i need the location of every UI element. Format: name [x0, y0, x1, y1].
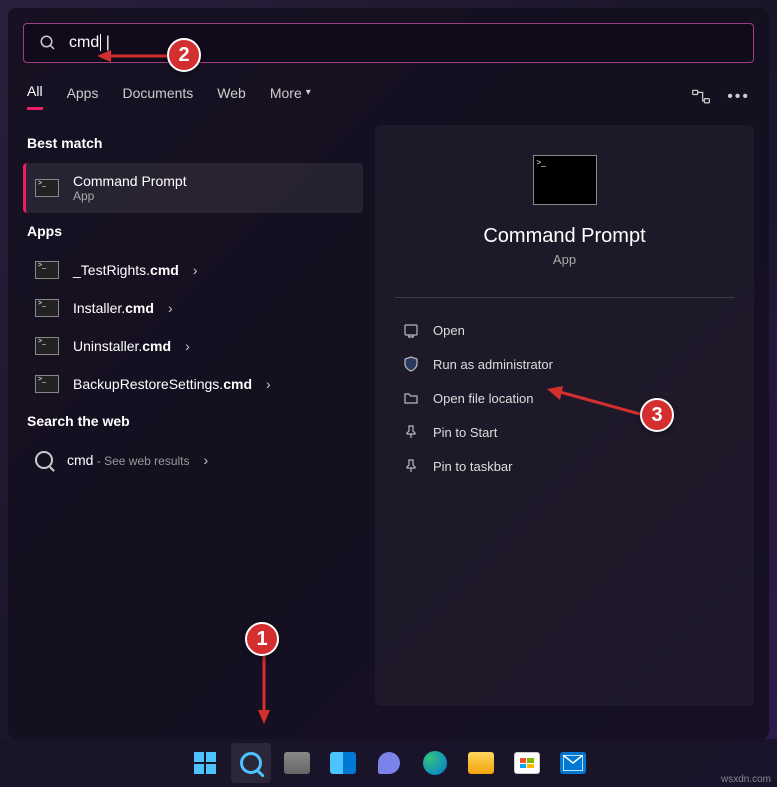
best-match-result[interactable]: Command Prompt App — [23, 163, 363, 213]
result-title: Installer.cmd — [73, 300, 154, 316]
chevron-right-icon[interactable]: › — [185, 338, 190, 354]
web-result[interactable]: cmd - See web results › — [23, 441, 363, 479]
result-title: _TestRights.cmd — [73, 262, 179, 278]
result-title: BackupRestoreSettings.cmd — [73, 376, 252, 392]
annotation-3: 3 — [640, 398, 674, 432]
result-title: Uninstaller.cmd — [73, 338, 171, 354]
search-panel: cmd All Apps Documents Web More▾ ••• Bes… — [8, 8, 769, 739]
apps-label: Apps — [27, 223, 359, 239]
taskbar-widgets[interactable] — [323, 743, 363, 783]
action-label: Open file location — [433, 391, 533, 406]
taskbar-mail[interactable] — [553, 743, 593, 783]
action-label: Pin to Start — [433, 425, 497, 440]
watermark: wsxdn.com — [721, 774, 771, 785]
web-label: Search the web — [27, 413, 359, 429]
pin-icon — [403, 424, 419, 440]
chevron-right-icon[interactable]: › — [266, 376, 271, 392]
chevron-down-icon: ▾ — [306, 87, 311, 98]
taskbar-start[interactable] — [185, 743, 225, 783]
taskbar-chat[interactable] — [369, 743, 409, 783]
action-pin-taskbar[interactable]: Pin to taskbar — [395, 449, 734, 483]
cmd-icon — [35, 299, 59, 317]
taskbar-taskview[interactable] — [277, 743, 317, 783]
tab-all[interactable]: All — [27, 83, 43, 110]
chevron-right-icon[interactable]: › — [168, 300, 173, 316]
flow-icon[interactable] — [691, 88, 711, 106]
action-label: Pin to taskbar — [433, 459, 513, 474]
pin-icon — [403, 458, 419, 474]
best-match-label: Best match — [27, 135, 359, 151]
action-run-admin[interactable]: Run as administrator — [395, 347, 734, 381]
action-open[interactable]: Open — [395, 313, 734, 347]
arrow-2 — [95, 48, 170, 64]
annotation-2: 2 — [167, 38, 201, 72]
detail-type: App — [553, 252, 576, 267]
result-subtitle: App — [73, 189, 351, 203]
chevron-right-icon[interactable]: › — [204, 452, 209, 468]
arrow-1 — [256, 656, 276, 726]
tab-web[interactable]: Web — [217, 85, 246, 109]
cmd-icon — [35, 375, 59, 393]
app-thumbnail — [533, 155, 597, 205]
taskbar-search[interactable] — [231, 743, 271, 783]
action-label: Open — [433, 323, 465, 338]
result-title: cmd - See web results — [67, 452, 190, 468]
tab-documents[interactable]: Documents — [122, 85, 193, 109]
tab-more[interactable]: More▾ — [270, 85, 311, 109]
search-icon — [35, 451, 53, 469]
results-column: Best match Command Prompt App Apps _Test… — [23, 125, 363, 706]
shield-icon — [403, 356, 419, 372]
taskbar-store[interactable] — [507, 743, 547, 783]
app-result[interactable]: _TestRights.cmd › — [23, 251, 363, 289]
cmd-icon — [35, 179, 59, 197]
search-icon — [39, 34, 57, 52]
app-result[interactable]: Uninstaller.cmd › — [23, 327, 363, 365]
action-pin-start[interactable]: Pin to Start — [395, 415, 734, 449]
filter-tabs: All Apps Documents Web More▾ ••• — [23, 83, 754, 125]
result-title: Command Prompt — [73, 173, 351, 189]
divider — [395, 297, 734, 298]
folder-icon — [403, 390, 419, 406]
annotation-1: 1 — [245, 622, 279, 656]
taskbar — [0, 739, 777, 787]
tab-apps[interactable]: Apps — [67, 85, 99, 109]
open-icon — [403, 322, 419, 338]
chevron-right-icon[interactable]: › — [193, 262, 198, 278]
action-label: Run as administrator — [433, 357, 553, 372]
app-result[interactable]: Installer.cmd › — [23, 289, 363, 327]
more-icon[interactable]: ••• — [727, 88, 750, 106]
detail-title: Command Prompt — [483, 225, 645, 248]
taskbar-edge[interactable] — [415, 743, 455, 783]
taskbar-explorer[interactable] — [461, 743, 501, 783]
cmd-icon — [35, 337, 59, 355]
app-result[interactable]: BackupRestoreSettings.cmd › — [23, 365, 363, 403]
arrow-3 — [545, 384, 645, 420]
cmd-icon — [35, 261, 59, 279]
